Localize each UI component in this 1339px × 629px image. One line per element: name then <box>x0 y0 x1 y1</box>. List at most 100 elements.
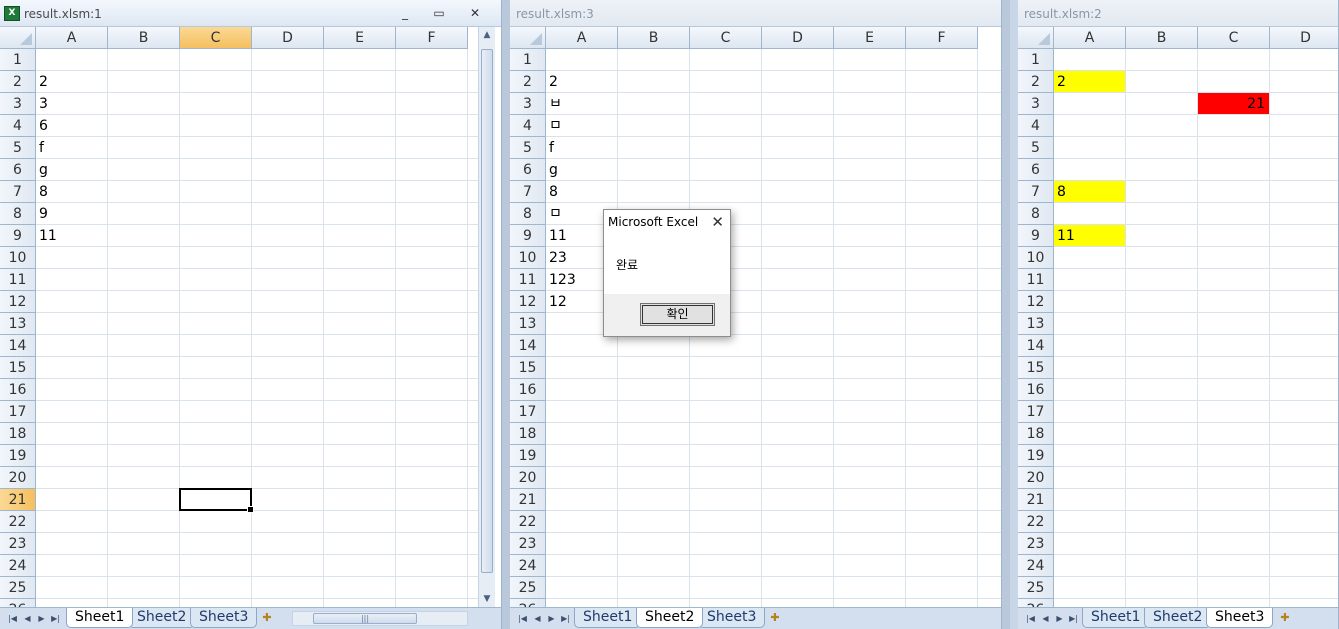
first-sheet-icon[interactable]: |◀ <box>1024 612 1037 625</box>
row-header-23[interactable]: 23 <box>510 533 546 555</box>
cell-a2[interactable]: 2 <box>546 71 617 93</box>
row-header-20[interactable]: 20 <box>510 467 546 489</box>
column-header-b[interactable]: B <box>1126 27 1198 49</box>
column-header-d[interactable]: D <box>1270 27 1338 49</box>
row-header-15[interactable]: 15 <box>0 357 36 379</box>
insert-sheet-icon[interactable]: ✚ <box>258 610 276 626</box>
spreadsheet-grid[interactable]: A B C D E F 1 2 3 4 5 6 7 8 9 10 11 12 13 14 15 16 17 18 19 20 21 2… <box>0 27 478 607</box>
row-header-2[interactable]: 2 <box>1018 71 1054 93</box>
row-header-5[interactable]: 5 <box>0 137 36 159</box>
select-all-corner[interactable] <box>510 27 546 49</box>
row-header-19[interactable]: 19 <box>510 445 546 467</box>
cell-a3[interactable]: 3 <box>36 93 107 115</box>
row-header-17[interactable]: 17 <box>510 401 546 423</box>
row-header-4[interactable]: 4 <box>0 115 36 137</box>
cell-a9[interactable]: 11 <box>1054 225 1125 247</box>
dialog-close-icon[interactable]: ✕ <box>711 213 724 231</box>
row-header-17[interactable]: 17 <box>1018 401 1054 423</box>
row-header-7[interactable]: 7 <box>510 181 546 203</box>
row-header-1[interactable]: 1 <box>510 49 546 71</box>
cell-a6[interactable]: g <box>546 159 617 181</box>
row-header-8[interactable]: 8 <box>510 203 546 225</box>
row-header-20[interactable]: 20 <box>1018 467 1054 489</box>
row-header-2[interactable]: 2 <box>0 71 36 93</box>
cell-a7[interactable]: 8 <box>36 181 107 203</box>
active-cell-selection[interactable] <box>179 488 254 513</box>
cell-a5[interactable]: f <box>36 137 107 159</box>
row-header-6[interactable]: 6 <box>0 159 36 181</box>
row-header-24[interactable]: 24 <box>510 555 546 577</box>
first-sheet-icon[interactable]: |◀ <box>6 612 19 625</box>
row-header-21[interactable]: 21 <box>510 489 546 511</box>
row-header-4[interactable]: 4 <box>510 115 546 137</box>
cell-a2[interactable]: 2 <box>1054 71 1125 93</box>
row-header-17[interactable]: 17 <box>0 401 36 423</box>
row-header-16[interactable]: 16 <box>1018 379 1054 401</box>
last-sheet-icon[interactable]: ▶| <box>49 612 62 625</box>
window-titlebar[interactable]: result.xlsm:3 <box>510 0 1001 27</box>
column-header-f[interactable]: F <box>906 27 978 49</box>
column-header-a[interactable]: A <box>36 27 108 49</box>
row-header-11[interactable]: 11 <box>1018 269 1054 291</box>
row-header-11[interactable]: 11 <box>510 269 546 291</box>
row-header-3[interactable]: 3 <box>1018 93 1054 115</box>
row-header-18[interactable]: 18 <box>1018 423 1054 445</box>
row-header-26[interactable]: 26 <box>1018 599 1054 607</box>
column-header-c[interactable]: C <box>690 27 762 49</box>
cell-a4[interactable]: 6 <box>36 115 107 137</box>
row-header-7[interactable]: 7 <box>0 181 36 203</box>
row-header-8[interactable]: 8 <box>0 203 36 225</box>
row-header-18[interactable]: 18 <box>0 423 36 445</box>
prev-sheet-icon[interactable]: ◀ <box>21 612 34 625</box>
row-header-6[interactable]: 6 <box>510 159 546 181</box>
row-header-23[interactable]: 23 <box>0 533 36 555</box>
row-header-12[interactable]: 12 <box>0 291 36 313</box>
row-header-13[interactable]: 13 <box>0 313 36 335</box>
select-all-corner[interactable] <box>0 27 36 49</box>
row-header-5[interactable]: 5 <box>510 137 546 159</box>
window-titlebar[interactable]: X result.xlsm:1 _ ▭ ✕ <box>0 0 501 27</box>
last-sheet-icon[interactable]: ▶| <box>1067 612 1080 625</box>
row-header-13[interactable]: 13 <box>1018 313 1054 335</box>
sheet-tab[interactable]: Sheet2 <box>636 608 704 628</box>
column-header-c[interactable]: C <box>180 27 252 49</box>
row-header-5[interactable]: 5 <box>1018 137 1054 159</box>
row-header-9[interactable]: 9 <box>510 225 546 247</box>
row-header-12[interactable]: 12 <box>1018 291 1054 313</box>
prev-sheet-icon[interactable]: ◀ <box>531 612 544 625</box>
row-header-1[interactable]: 1 <box>0 49 36 71</box>
row-header-26[interactable]: 26 <box>510 599 546 607</box>
cell-a8[interactable]: 9 <box>36 203 107 225</box>
column-header-e[interactable]: E <box>324 27 396 49</box>
column-header-b[interactable]: B <box>108 27 180 49</box>
row-header-15[interactable]: 15 <box>1018 357 1054 379</box>
cell-a2[interactable]: 2 <box>36 71 107 93</box>
row-header-7[interactable]: 7 <box>1018 181 1054 203</box>
ok-button[interactable]: 확인 <box>640 303 715 326</box>
row-header-24[interactable]: 24 <box>0 555 36 577</box>
cell-a3[interactable]: ㅂ <box>546 93 617 115</box>
vertical-scrollbar[interactable]: ▲ ▼ <box>478 27 495 607</box>
row-header-14[interactable]: 14 <box>0 335 36 357</box>
horizontal-scroll-thumb[interactable]: ||| <box>313 613 417 624</box>
row-header-21[interactable]: 21 <box>1018 489 1054 511</box>
next-sheet-icon[interactable]: ▶ <box>35 612 48 625</box>
next-sheet-icon[interactable]: ▶ <box>1053 612 1066 625</box>
sheet-tab[interactable]: Sheet1 <box>1082 608 1150 628</box>
column-header-e[interactable]: E <box>834 27 906 49</box>
sheet-tab[interactable]: Sheet2 <box>128 608 196 628</box>
select-all-corner[interactable] <box>1018 27 1054 49</box>
row-header-6[interactable]: 6 <box>1018 159 1054 181</box>
row-header-3[interactable]: 3 <box>510 93 546 115</box>
row-header-19[interactable]: 19 <box>1018 445 1054 467</box>
row-header-25[interactable]: 25 <box>0 577 36 599</box>
row-header-9[interactable]: 9 <box>0 225 36 247</box>
cell-a9[interactable]: 11 <box>36 225 107 247</box>
first-sheet-icon[interactable]: |◀ <box>516 612 529 625</box>
sheet-tab[interactable]: Sheet3 <box>1206 608 1274 628</box>
cell-a5[interactable]: f <box>546 137 617 159</box>
row-header-4[interactable]: 4 <box>1018 115 1054 137</box>
sheet-tab[interactable]: Sheet2 <box>1144 608 1212 628</box>
minimize-button[interactable]: _ <box>394 5 416 21</box>
row-header-18[interactable]: 18 <box>510 423 546 445</box>
